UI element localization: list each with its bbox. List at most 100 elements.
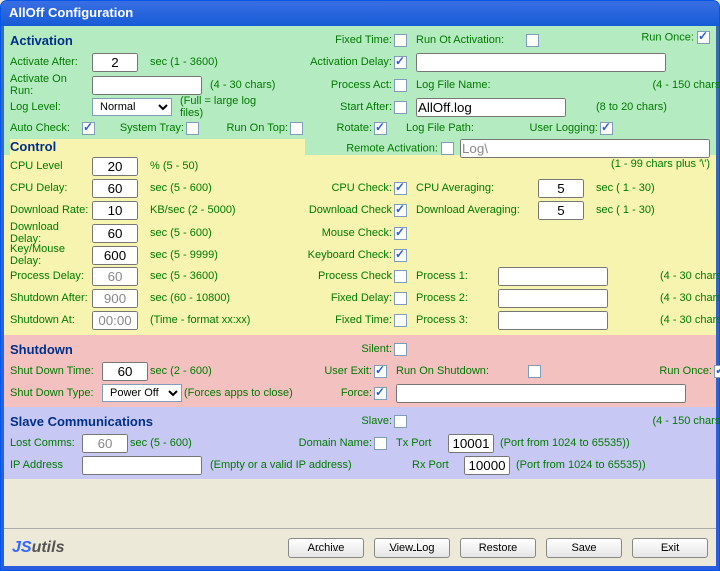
process-2-input[interactable] bbox=[498, 289, 608, 308]
download-rate-hint: KB/sec (2 - 5000) bbox=[150, 204, 280, 216]
cpu-level-label: CPU Level bbox=[10, 160, 90, 172]
activate-after-input[interactable] bbox=[92, 53, 138, 72]
process-delay-input bbox=[92, 267, 138, 286]
save-button[interactable]: Save bbox=[546, 538, 622, 558]
run-on-shutdown-input[interactable] bbox=[396, 384, 686, 403]
shutdown-type-label: Shut Down Type: bbox=[10, 387, 100, 399]
section-control: CPU Level % (5 - 50) CPU Delay: sec (5 -… bbox=[4, 155, 716, 335]
download-rate-input[interactable] bbox=[92, 201, 138, 220]
lost-comms-label: Lost Comms: bbox=[10, 437, 80, 449]
shutdown-time-hint: sec (2 - 600) bbox=[150, 365, 270, 377]
cpu-averaging-input[interactable] bbox=[538, 179, 584, 198]
archive-button[interactable]: Archive bbox=[288, 538, 364, 558]
silent-checkbox[interactable] bbox=[394, 343, 407, 356]
user-logging-checkbox[interactable] bbox=[600, 122, 613, 135]
exit-button[interactable]: Exit bbox=[632, 538, 708, 558]
log-file-name-hint-1: (4 - 150 chars) bbox=[538, 79, 720, 91]
shutdown-after-hint: sec (60 - 10800) bbox=[150, 292, 280, 304]
run-once-checkbox-1[interactable] bbox=[697, 31, 710, 44]
activation-heading: Activation bbox=[10, 33, 90, 48]
run-ot-activation-label: Run Ot Activation: bbox=[416, 34, 594, 46]
shutdown-heading: Shutdown bbox=[10, 342, 90, 357]
remote-activation-label: Remote Activation: bbox=[346, 142, 438, 154]
log-file-path-input[interactable] bbox=[460, 139, 710, 158]
run-ot-activation-input[interactable] bbox=[416, 53, 666, 72]
section-slave: Slave Communications Slave: (4 - 150 cha… bbox=[4, 407, 716, 479]
run-once-label-2: Run Once: bbox=[632, 365, 712, 377]
ip-address-hint: (Empty or a valid IP address) bbox=[210, 459, 410, 471]
process-3-label: Process 3: bbox=[416, 314, 496, 326]
process-3-hint: (4 - 30 chars) bbox=[660, 314, 720, 326]
run-on-top-checkbox[interactable] bbox=[290, 122, 303, 135]
process-act-checkbox[interactable] bbox=[394, 79, 407, 92]
run-once-checkbox-2[interactable] bbox=[714, 365, 720, 378]
mouse-check-checkbox[interactable] bbox=[394, 227, 407, 240]
download-averaging-hint: sec ( 1 - 30) bbox=[596, 204, 720, 216]
keyboard-check-checkbox[interactable] bbox=[394, 249, 407, 262]
lost-comms-input bbox=[82, 434, 128, 453]
download-delay-hint: sec (5 - 600) bbox=[150, 227, 280, 239]
lost-comms-hint: sec (5 - 600) bbox=[130, 437, 270, 449]
fixed-time-label: Fixed Time: bbox=[282, 34, 392, 46]
process-delay-label: Process Delay: bbox=[10, 270, 90, 282]
download-delay-label: Download Delay: bbox=[10, 221, 90, 245]
force-label: Force: bbox=[322, 387, 372, 399]
cpu-delay-input[interactable] bbox=[92, 179, 138, 198]
shutdown-at-input bbox=[92, 311, 138, 330]
tx-port-label: Tx Port bbox=[396, 437, 446, 449]
process-1-label: Process 1: bbox=[416, 270, 496, 282]
download-averaging-label: Download Averaging: bbox=[416, 204, 536, 216]
run-on-top-label: Run On Top: bbox=[208, 122, 288, 134]
activate-after-label: Activate After: bbox=[10, 56, 90, 68]
slave-checkbox[interactable] bbox=[394, 415, 407, 428]
rotate-checkbox[interactable] bbox=[374, 122, 387, 135]
km-delay-input[interactable] bbox=[92, 246, 138, 265]
shutdown-after-input bbox=[92, 289, 138, 308]
system-tray-label: System Tray: bbox=[104, 122, 184, 134]
cpu-check-checkbox[interactable] bbox=[394, 182, 407, 195]
section-activation: Activation Fixed Time: Run Ot Activation… bbox=[4, 26, 716, 173]
shutdown-type-hint: (Forces apps to close) bbox=[184, 387, 320, 399]
log-file-name-hint-2: (8 to 20 chars) bbox=[596, 101, 720, 113]
km-delay-label: Key/Mouse Delay: bbox=[10, 243, 90, 267]
system-tray-checkbox[interactable] bbox=[186, 122, 199, 135]
download-check-checkbox[interactable] bbox=[394, 204, 407, 217]
log-level-hint: (Full = large log files) bbox=[150, 95, 280, 119]
fixed-time-checkbox-2[interactable] bbox=[394, 314, 407, 327]
run-on-shutdown-checkbox[interactable] bbox=[528, 365, 541, 378]
process-1-input[interactable] bbox=[498, 267, 608, 286]
remote-activation-checkbox[interactable] bbox=[441, 142, 454, 155]
process-check-label: Process Check bbox=[282, 270, 392, 282]
run-once-label-1: Run Once: bbox=[641, 31, 694, 43]
fixed-delay-checkbox[interactable] bbox=[394, 292, 407, 305]
start-after-checkbox[interactable] bbox=[394, 101, 407, 114]
tx-port-input[interactable] bbox=[448, 434, 494, 453]
fixed-time-checkbox[interactable] bbox=[394, 34, 407, 47]
auto-check-checkbox[interactable] bbox=[82, 122, 95, 135]
silent-label: Silent: bbox=[282, 343, 392, 355]
activation-delay-checkbox[interactable] bbox=[394, 56, 407, 69]
run-ot-activation-checkbox[interactable] bbox=[526, 34, 539, 47]
shutdown-type-select[interactable]: Power Off bbox=[102, 384, 182, 402]
domain-name-checkbox[interactable] bbox=[374, 437, 387, 450]
view-log-button[interactable]: View Log bbox=[374, 538, 450, 558]
restore-button[interactable]: Restore bbox=[460, 538, 536, 558]
shutdown-time-input[interactable] bbox=[102, 362, 148, 381]
cpu-delay-label: CPU Delay: bbox=[10, 182, 90, 194]
process-delay-hint: sec (5 - 3600) bbox=[150, 270, 280, 282]
download-delay-input[interactable] bbox=[92, 224, 138, 243]
process-check-checkbox[interactable] bbox=[394, 270, 407, 283]
fixed-time-label-2: Fixed Time: bbox=[282, 314, 392, 326]
section-shutdown: Shutdown Silent: Shut Down Time: sec (2 … bbox=[4, 335, 716, 407]
log-file-name-input[interactable] bbox=[416, 98, 566, 117]
cpu-level-hint: % (5 - 50) bbox=[150, 160, 280, 172]
rx-port-hint: (Port from 1024 to 65535)) bbox=[516, 459, 720, 471]
ip-address-input[interactable] bbox=[82, 456, 202, 475]
cpu-level-input[interactable] bbox=[92, 157, 138, 176]
process-3-input[interactable] bbox=[498, 311, 608, 330]
user-exit-checkbox[interactable] bbox=[374, 365, 387, 378]
download-averaging-input[interactable] bbox=[538, 201, 584, 220]
rx-port-input[interactable] bbox=[464, 456, 510, 475]
force-checkbox[interactable] bbox=[374, 387, 387, 400]
shutdown-at-hint: (Time - format xx:xx) bbox=[150, 314, 280, 326]
